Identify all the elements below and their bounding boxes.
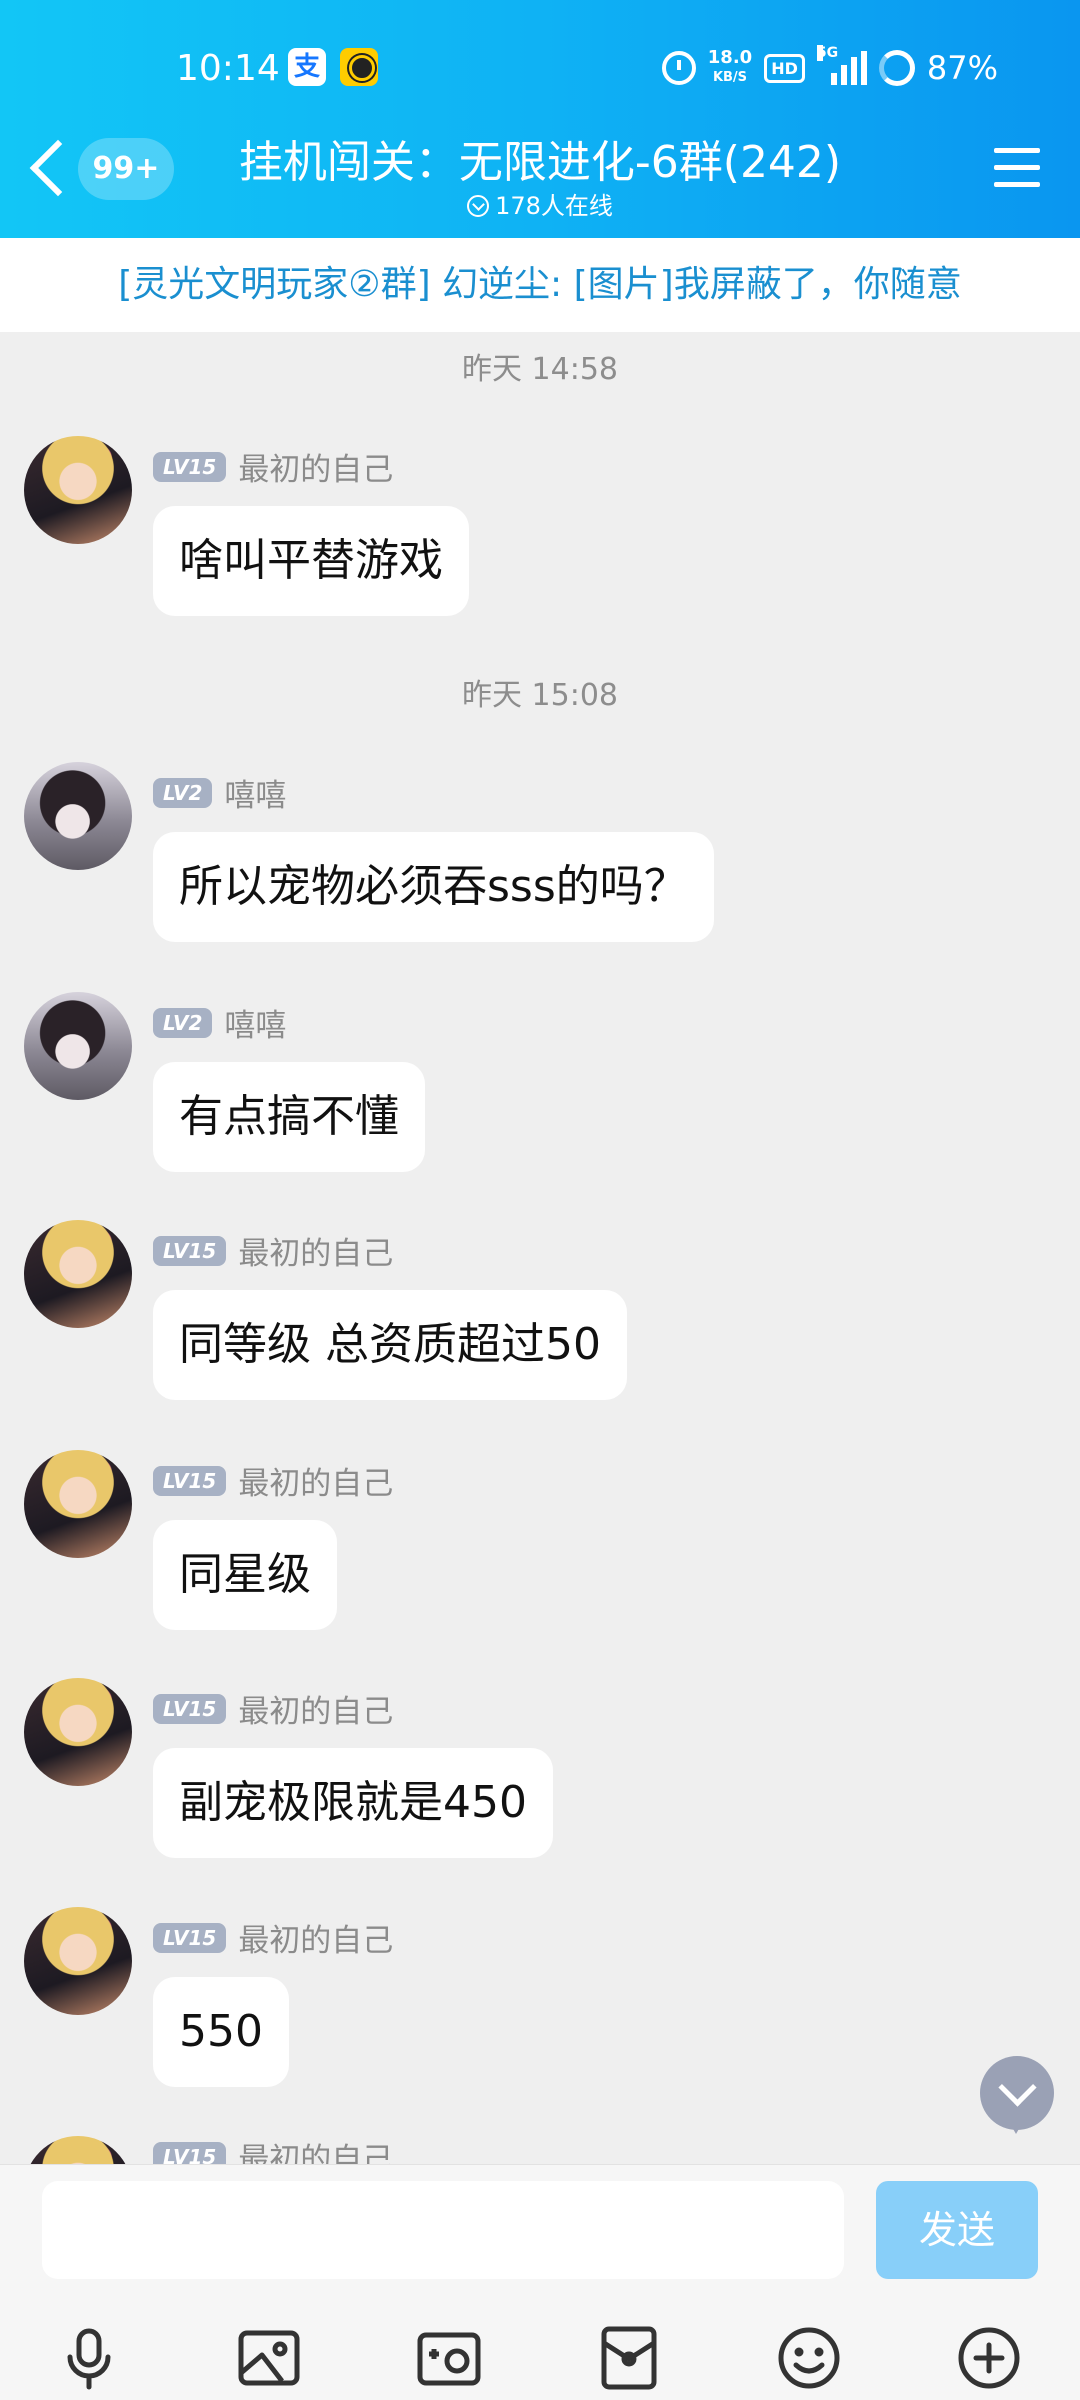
message-bubble[interactable]: 同星级	[153, 1520, 337, 1630]
camera-icon[interactable]	[412, 2321, 486, 2395]
emoji-icon[interactable]	[772, 2321, 846, 2395]
sender-name[interactable]: 最初的自己	[238, 444, 393, 489]
message-bubble[interactable]: 所以宠物必须吞sss的吗？	[153, 832, 714, 942]
network-speed: 18.0 KB/S	[708, 49, 752, 87]
level-badge: LV15	[153, 1235, 227, 1266]
avatar[interactable]	[24, 2136, 132, 2164]
chat-header: 10:14 支 18.0 KB/S HD 5G 87% 99+ 挂机闯关：无限进…	[0, 0, 1080, 238]
status-bar: 10:14 支 18.0 KB/S HD 5G 87%	[0, 40, 1080, 100]
avatar[interactable]	[24, 1450, 132, 1558]
timestamp: 昨天 14:58	[462, 352, 618, 387]
plus-icon[interactable]	[952, 2321, 1026, 2395]
battery-icon	[878, 50, 915, 86]
level-badge: LV15	[153, 1465, 227, 1496]
network-speed-value: 18.0	[707, 47, 753, 68]
network-type: 5G	[816, 45, 839, 61]
app-notification-icon	[340, 48, 378, 86]
message-bubble[interactable]: 同等级 总资质超过50	[153, 1290, 627, 1400]
sender-name[interactable]: 嘻嘻	[224, 770, 286, 815]
input-toolbar	[0, 2315, 1080, 2400]
signal-icon: 5G	[816, 45, 867, 85]
input-bar: 发送	[0, 2164, 1080, 2400]
level-badge: LV15	[153, 2141, 227, 2164]
sender-name[interactable]: 最初的自己	[238, 1686, 393, 1731]
hd-icon: HD	[764, 53, 805, 83]
avatar[interactable]	[24, 1907, 132, 2015]
message-bubble[interactable]: 啥叫平替游戏	[153, 506, 469, 616]
level-badge: LV2	[153, 1007, 213, 1038]
alipay-notification-icon: 支	[288, 48, 326, 86]
battery-percent: 87%	[926, 49, 998, 87]
online-chevron-icon	[467, 195, 490, 217]
scroll-to-bottom-button[interactable]	[980, 2056, 1054, 2134]
status-time: 10:14	[176, 48, 280, 89]
sender-name[interactable]: 最初的自己	[238, 1228, 393, 1273]
sender-name[interactable]: 最初的自己	[238, 2136, 393, 2164]
message-bubble[interactable]: 550	[153, 1977, 289, 2087]
online-count: 178人在线	[495, 192, 613, 220]
message-input[interactable]	[42, 2181, 844, 2279]
image-icon[interactable]	[232, 2321, 306, 2395]
avatar[interactable]	[24, 1220, 132, 1328]
level-badge: LV2	[153, 777, 213, 808]
avatar[interactable]	[24, 992, 132, 1100]
network-speed-unit: KB/S	[712, 70, 748, 85]
send-button[interactable]: 发送	[876, 2181, 1038, 2279]
timestamp: 昨天 15:08	[462, 678, 618, 713]
message-bubble[interactable]: 有点搞不懂	[153, 1062, 425, 1172]
group-title[interactable]: 挂机闯关：无限进化-6群(242)	[0, 126, 1080, 190]
sender-name[interactable]: 最初的自己	[238, 1458, 393, 1503]
status-indicators: 18.0 KB/S HD 5G 87%	[661, 45, 998, 90]
notice-banner[interactable]: [灵光文明玩家②群] 幻逆尘: [图片]我屏蔽了，你随意	[0, 238, 1080, 332]
avatar[interactable]	[24, 762, 132, 870]
level-badge: LV15	[153, 1693, 227, 1724]
avatar[interactable]	[24, 1678, 132, 1786]
message-item: LV15 最初的自己	[0, 2136, 1080, 2164]
level-badge: LV15	[153, 1922, 227, 1953]
menu-button[interactable]	[994, 148, 1040, 188]
sender-name[interactable]: 嘻嘻	[224, 1000, 286, 1045]
sender-name[interactable]: 最初的自己	[238, 1915, 393, 1960]
level-badge: LV15	[153, 451, 227, 482]
red-packet-icon[interactable]	[592, 2321, 666, 2395]
alarm-icon	[661, 51, 696, 85]
message-bubble[interactable]: 副宠极限就是450	[153, 1748, 553, 1858]
online-status[interactable]: 178人在线	[0, 186, 1080, 221]
microphone-icon[interactable]	[52, 2321, 126, 2395]
avatar[interactable]	[24, 436, 132, 544]
